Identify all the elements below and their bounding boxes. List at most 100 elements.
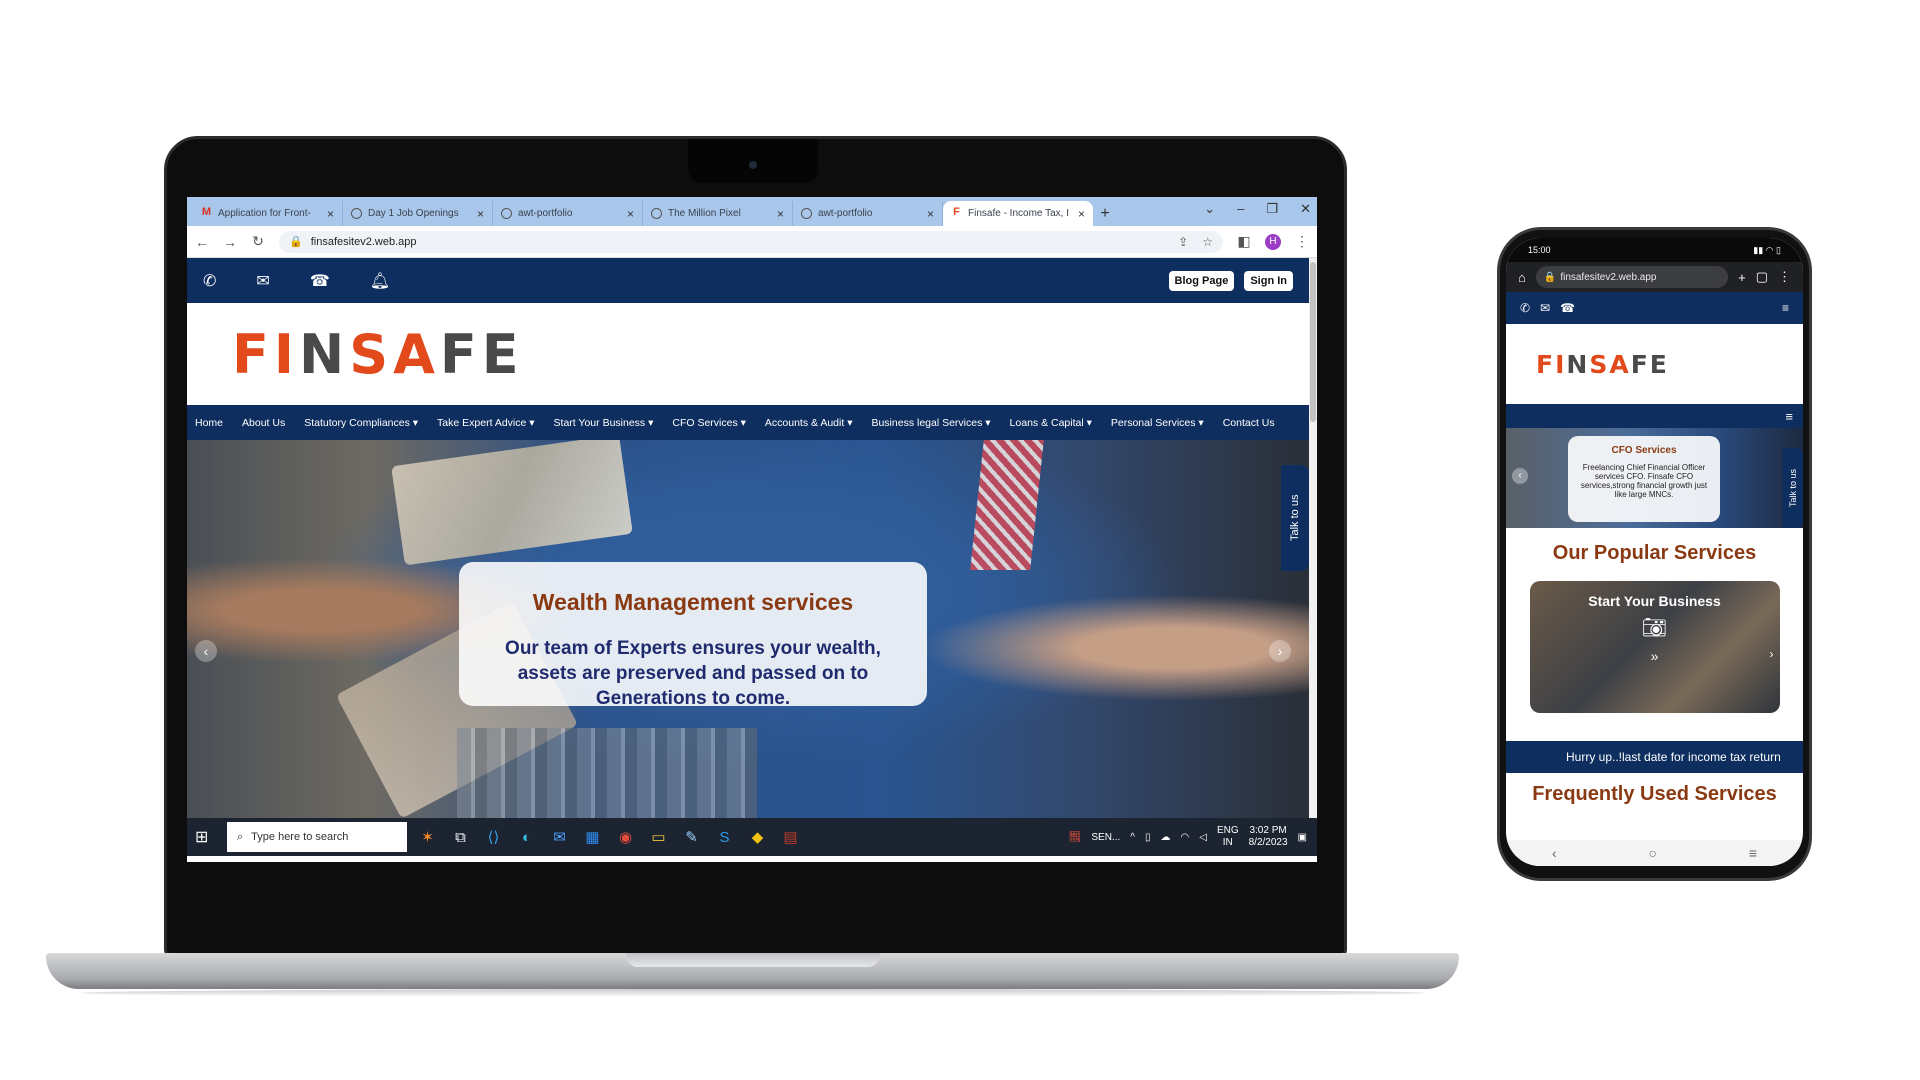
tray-app-label[interactable]: SEN...	[1091, 832, 1120, 843]
close-icon[interactable]: ×	[327, 207, 334, 221]
phone-hero-text: Freelancing Chief Financial Officer serv…	[1580, 463, 1708, 499]
taskbar-search[interactable]: ⌕ Type here to search	[227, 822, 407, 852]
home-button-icon[interactable]: ○	[1649, 845, 1657, 861]
nav-item-cfo[interactable]: CFO Services ▾	[672, 417, 746, 429]
blog-page-button[interactable]: Blog Page	[1168, 270, 1235, 291]
close-icon[interactable]: ×	[927, 207, 934, 221]
mail-icon[interactable]: ✉	[256, 271, 269, 291]
nav-item-start-business[interactable]: Start Your Business ▾	[554, 417, 654, 429]
nav-item-home[interactable]: Home	[195, 417, 223, 429]
phone-url-input[interactable]: 🔒 finsafesitev2.web.app	[1535, 266, 1729, 288]
close-icon[interactable]: ×	[1078, 207, 1085, 221]
phone-finsafe-logo[interactable]: FI N SA F E	[1506, 324, 1803, 404]
task-view-icon[interactable]: ⧉	[444, 829, 477, 846]
new-tab-icon[interactable]: +	[1738, 270, 1746, 285]
home-icon[interactable]: ⌂	[1518, 270, 1526, 285]
nav-item-accounts[interactable]: Accounts & Audit ▾	[765, 417, 853, 429]
close-icon[interactable]: ×	[477, 207, 484, 221]
phone-icon[interactable]: ☎	[310, 271, 330, 291]
mail-app-icon[interactable]: ✉	[543, 828, 576, 846]
battery-icon[interactable]: ▯	[1145, 832, 1151, 843]
kebab-menu-icon[interactable]: ⋮	[1778, 269, 1791, 285]
finsafe-logo[interactable]: FINSAFE	[232, 323, 524, 386]
hamburger-icon[interactable]: ≡	[1785, 409, 1793, 424]
skype-icon[interactable]: S	[708, 829, 741, 846]
laptop-shadow	[80, 989, 1425, 997]
windows-start-icon[interactable]: ⊞	[195, 827, 221, 847]
clock[interactable]: 3:02 PM 8/2/2023	[1249, 825, 1288, 849]
mail-icon[interactable]: ✉	[1540, 301, 1550, 315]
sidepanel-icon[interactable]: ◧	[1237, 233, 1251, 250]
reload-icon[interactable]: ↻	[251, 233, 265, 250]
ticker-text: Hurry up..!last date for income tax retu…	[1566, 750, 1781, 764]
profile-avatar[interactable]: H	[1265, 233, 1281, 250]
speaker-icon[interactable]: ◁	[1199, 832, 1207, 843]
carousel-prev-arrow[interactable]: ‹	[195, 640, 217, 662]
tab-title: The Million Pixel	[668, 208, 741, 219]
hamburger-icon[interactable]: ≡	[1782, 301, 1789, 315]
cloud-icon[interactable]: ☁	[1161, 832, 1171, 843]
nav-item-loans[interactable]: Loans & Capital ▾	[1010, 417, 1092, 429]
tab-title: Day 1 Job Openings	[368, 208, 459, 219]
browser-tab-active[interactable]: F Finsafe - Income Tax, I ×	[943, 201, 1093, 226]
star-icon[interactable]: ☆	[1202, 235, 1213, 249]
minimize-icon[interactable]: –	[1237, 201, 1244, 217]
nav-item-personal[interactable]: Personal Services ▾	[1111, 417, 1204, 429]
store-icon[interactable]: ▦	[576, 828, 609, 846]
whatsapp-icon[interactable]: ✆	[203, 271, 216, 291]
back-icon[interactable]: ‹	[1552, 845, 1557, 861]
vscode-icon[interactable]: ⟨⟩	[477, 828, 510, 846]
carousel-next-arrow[interactable]: ›	[1770, 647, 1774, 661]
scrollbar-thumb[interactable]	[1310, 262, 1316, 422]
close-icon[interactable]: ×	[627, 207, 634, 221]
chrome-icon[interactable]: ◉	[609, 828, 642, 846]
globe-icon	[351, 208, 362, 219]
talk-to-us-button[interactable]: Talk to us	[1281, 465, 1309, 571]
service-card[interactable]: Start Your Business 📷︎ » ›	[1529, 581, 1780, 713]
close-icon[interactable]: ×	[777, 207, 784, 221]
nav-item-statutory[interactable]: Statutory Compliances ▾	[304, 417, 418, 429]
chevron-up-icon[interactable]: ^	[1130, 832, 1135, 843]
wifi-icon[interactable]: ◠	[1181, 832, 1190, 843]
double-chevron-icon[interactable]: »	[1530, 648, 1780, 664]
forward-icon[interactable]: →	[223, 234, 237, 250]
phone-hero-title: CFO Services	[1611, 445, 1677, 456]
browser-tab[interactable]: M Application for Front- ×	[193, 201, 343, 226]
kebab-menu-icon[interactable]: ⋮	[1295, 233, 1309, 250]
page-scrollbar[interactable]	[1309, 258, 1317, 818]
carousel-next-arrow[interactable]: ›	[1269, 640, 1291, 662]
recents-icon[interactable]: ≡	[1749, 845, 1757, 861]
logo-part: F	[1630, 349, 1650, 379]
bell-icon[interactable]: 🔔︎	[370, 271, 390, 291]
nav-item-contact[interactable]: Contact Us	[1223, 417, 1275, 429]
new-tab-button[interactable]: +	[1093, 201, 1117, 226]
browser-tab[interactable]: The Million Pixel ×	[643, 201, 793, 226]
nav-item-legal[interactable]: Business legal Services ▾	[871, 417, 990, 429]
browser-tab[interactable]: awt-portfolio ×	[493, 201, 643, 226]
carousel-prev-arrow[interactable]: ‹	[1512, 468, 1528, 484]
notification-icon[interactable]: ▣	[1298, 832, 1307, 843]
vpn-app-icon[interactable]: ◆	[741, 828, 774, 846]
share-icon[interactable]: ⇪	[1178, 235, 1188, 249]
chevron-down-icon[interactable]: ⌄	[1204, 201, 1215, 217]
search-highlight-icon: ✶	[421, 829, 434, 846]
phone-icon[interactable]: ☎	[1560, 301, 1575, 315]
whatsapp-icon[interactable]: ✆	[1520, 301, 1530, 315]
browser-tab[interactable]: Day 1 Job Openings ×	[343, 201, 493, 226]
archive-app-icon[interactable]: ▤	[774, 828, 807, 846]
close-window-icon[interactable]: ✕	[1300, 201, 1311, 217]
back-icon[interactable]: ←	[195, 234, 209, 250]
url-input[interactable]: 🔒 finsafesitev2.web.app ⇪ ☆	[279, 230, 1223, 253]
logo-row: FINSAFE	[187, 303, 1309, 405]
browser-tab[interactable]: awt-portfolio ×	[793, 201, 943, 226]
nav-item-about[interactable]: About Us	[242, 417, 285, 429]
sign-in-button[interactable]: Sign In	[1244, 270, 1293, 291]
edge-icon[interactable]: ◐	[510, 829, 543, 846]
talk-to-us-button[interactable]: Talk to us	[1783, 448, 1803, 528]
notepad-icon[interactable]: ✎	[675, 828, 708, 846]
nav-item-expert-advice[interactable]: Take Expert Advice ▾	[437, 417, 534, 429]
file-explorer-icon[interactable]: ▭	[642, 828, 675, 846]
language-indicator[interactable]: ENG IN	[1217, 825, 1239, 849]
tab-count-icon[interactable]: ▢	[1756, 269, 1768, 285]
restore-icon[interactable]: ❐	[1266, 201, 1278, 217]
